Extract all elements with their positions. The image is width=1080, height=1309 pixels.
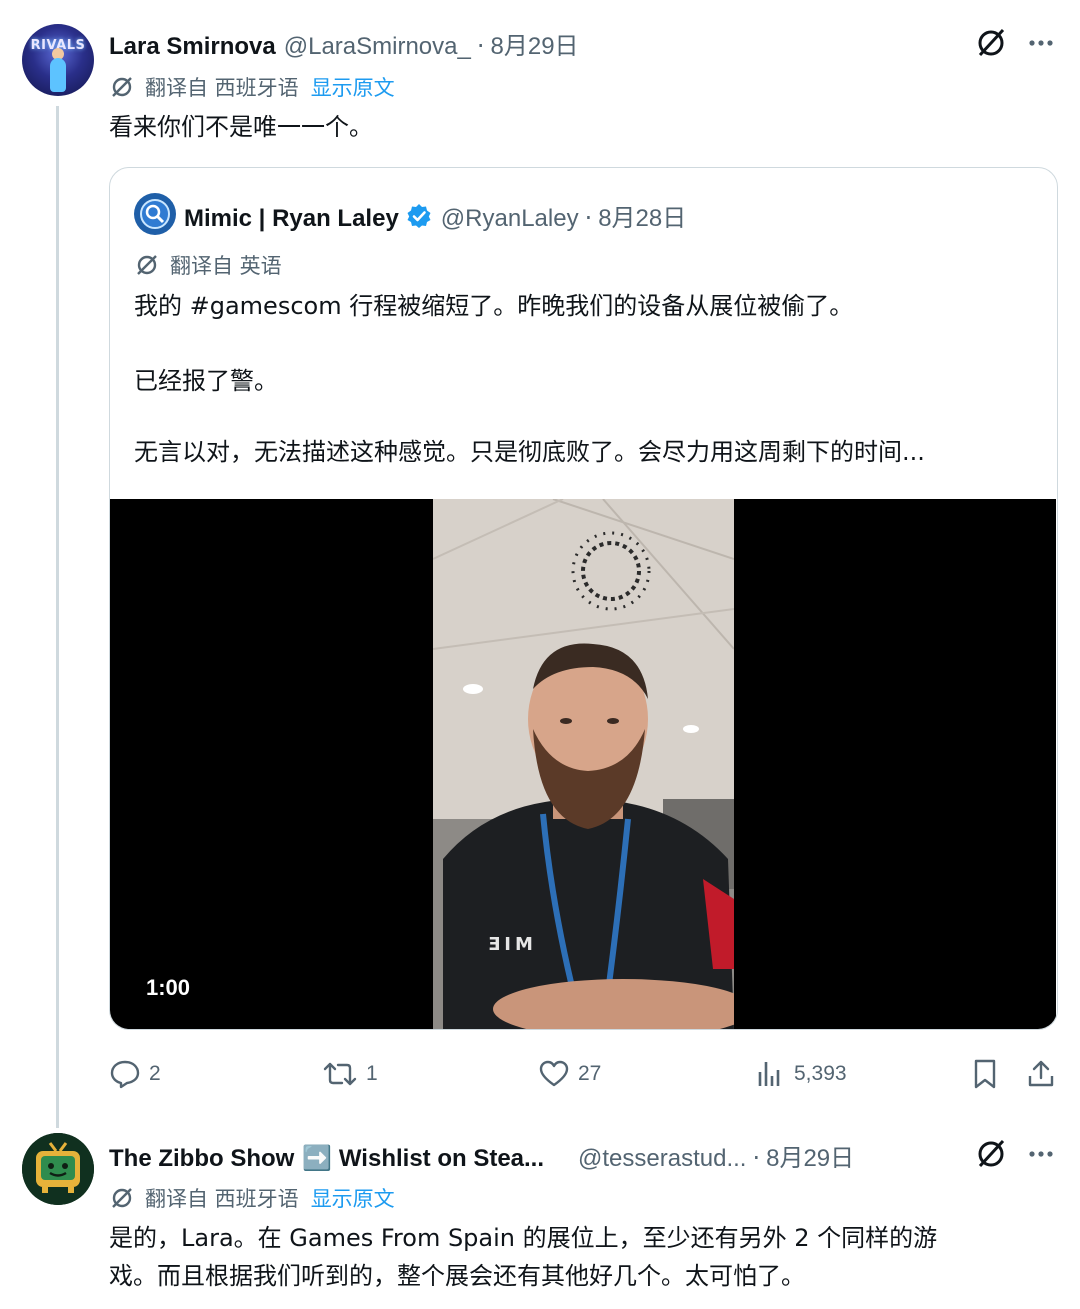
- quoted-translated-from-label: 翻译自 英语: [170, 254, 282, 278]
- quoted-author-name[interactable]: Mimic | Ryan Laley: [184, 205, 399, 233]
- translate-icon: [112, 77, 132, 97]
- quoted-date[interactable]: 8月28日: [598, 198, 686, 233]
- quoted-translation-row: 翻译自 英语: [134, 250, 282, 280]
- like-count: 27: [578, 1062, 602, 1085]
- shirt-logo: ƎIM: [488, 934, 537, 955]
- bookmark-button[interactable]: [966, 1055, 1004, 1093]
- avatar-mimic[interactable]: [134, 193, 176, 235]
- separator-dot: ·: [752, 1144, 761, 1172]
- author-handle[interactable]: @LaraSmirnova_: [284, 33, 471, 61]
- tweet-header: The Zibbo Show ➡️ Wishlist on Stea... @t…: [109, 1138, 854, 1173]
- zibbo-tv-icon: [22, 1133, 94, 1205]
- tweet-header: Lara Smirnova @LaraSmirnova_ · 8月29日: [109, 26, 579, 61]
- grok-icon[interactable]: [972, 24, 1010, 62]
- author-handle[interactable]: @tesserastud...: [578, 1145, 746, 1173]
- tweet-text-line2: 戏。而且根据我们听到的，整个展会还有其他好几个。太可怕了。: [109, 1262, 805, 1290]
- grok-icon[interactable]: [972, 1135, 1010, 1173]
- reply-count: 2: [149, 1062, 161, 1085]
- bookmark-icon: [974, 1059, 996, 1089]
- author-name[interactable]: Lara Smirnova: [109, 33, 276, 61]
- show-original-link[interactable]: 显示原文: [311, 1183, 395, 1213]
- share-icon: [1028, 1060, 1054, 1087]
- tweet-text-line1: 是的，Lara。在 Games From Spain 的展位上，至少还有另外 2…: [109, 1224, 938, 1252]
- separator-dot: ·: [584, 204, 593, 232]
- retweet-count: 1: [366, 1062, 378, 1085]
- share-button[interactable]: [1022, 1055, 1060, 1093]
- retweet-icon: [323, 1062, 357, 1086]
- translate-icon: [137, 255, 157, 275]
- like-button[interactable]: 27: [538, 1058, 601, 1090]
- avatar-figure-body: [50, 58, 66, 92]
- quoted-author-handle[interactable]: @RyanLaley: [441, 205, 579, 233]
- quoted-text-para1: 我的 #gamescom 行程被缩短了。昨晚我们的设备从展位被偷了。: [134, 292, 854, 320]
- author-name-suffix[interactable]: ➡️ Wishlist on Stea...: [302, 1144, 544, 1173]
- quoted-tweet-card[interactable]: Mimic | Ryan Laley @RyanLaley · 8月28日 翻译…: [109, 167, 1058, 1030]
- avatar-lara[interactable]: RIVALS: [22, 24, 94, 96]
- views-count: 5,393: [794, 1062, 847, 1085]
- quoted-text-para3: 无言以对，无法描述这种感觉。只是彻底败了。会尽力用这周剩下的时间...: [134, 438, 925, 466]
- views-button[interactable]: 5,393: [754, 1058, 847, 1090]
- avatar-zibbo[interactable]: [22, 1133, 94, 1205]
- video-scene: [433, 499, 734, 1029]
- video-frame: ƎIM: [433, 499, 734, 1029]
- show-original-link[interactable]: 显示原文: [311, 72, 395, 102]
- more-icon[interactable]: [1022, 1135, 1060, 1173]
- translated-from-label: 翻译自 西班牙语: [145, 1187, 299, 1211]
- video-player[interactable]: ƎIM 1:00: [110, 499, 1056, 1029]
- translation-row: 翻译自 西班牙语 显示原文: [109, 72, 395, 102]
- verified-badge-icon: [407, 203, 431, 228]
- reply-button[interactable]: 2: [109, 1058, 161, 1090]
- video-duration: 1:00: [146, 975, 191, 1000]
- tweet-date[interactable]: 8月29日: [491, 26, 579, 61]
- quoted-header: Mimic | Ryan Laley @RyanLaley · 8月28日: [184, 198, 686, 233]
- mimic-logo-icon: [140, 199, 170, 229]
- thread-line: [56, 106, 59, 1128]
- views-icon: [758, 1062, 780, 1086]
- tweet-text: 看来你们不是唯一一个。: [109, 113, 373, 141]
- like-icon: [539, 1060, 569, 1087]
- tweet-date[interactable]: 8月29日: [766, 1138, 854, 1173]
- more-icon[interactable]: [1022, 24, 1060, 62]
- quoted-text-para2: 已经报了警。: [134, 367, 278, 395]
- translated-from-label: 翻译自 西班牙语: [145, 76, 299, 100]
- translation-row: 翻译自 西班牙语 显示原文: [109, 1183, 395, 1213]
- separator-dot: ·: [476, 32, 485, 60]
- author-name[interactable]: The Zibbo Show: [109, 1145, 294, 1173]
- translate-icon: [112, 1188, 132, 1208]
- reply-icon: [110, 1060, 140, 1089]
- retweet-button[interactable]: 1: [322, 1058, 378, 1090]
